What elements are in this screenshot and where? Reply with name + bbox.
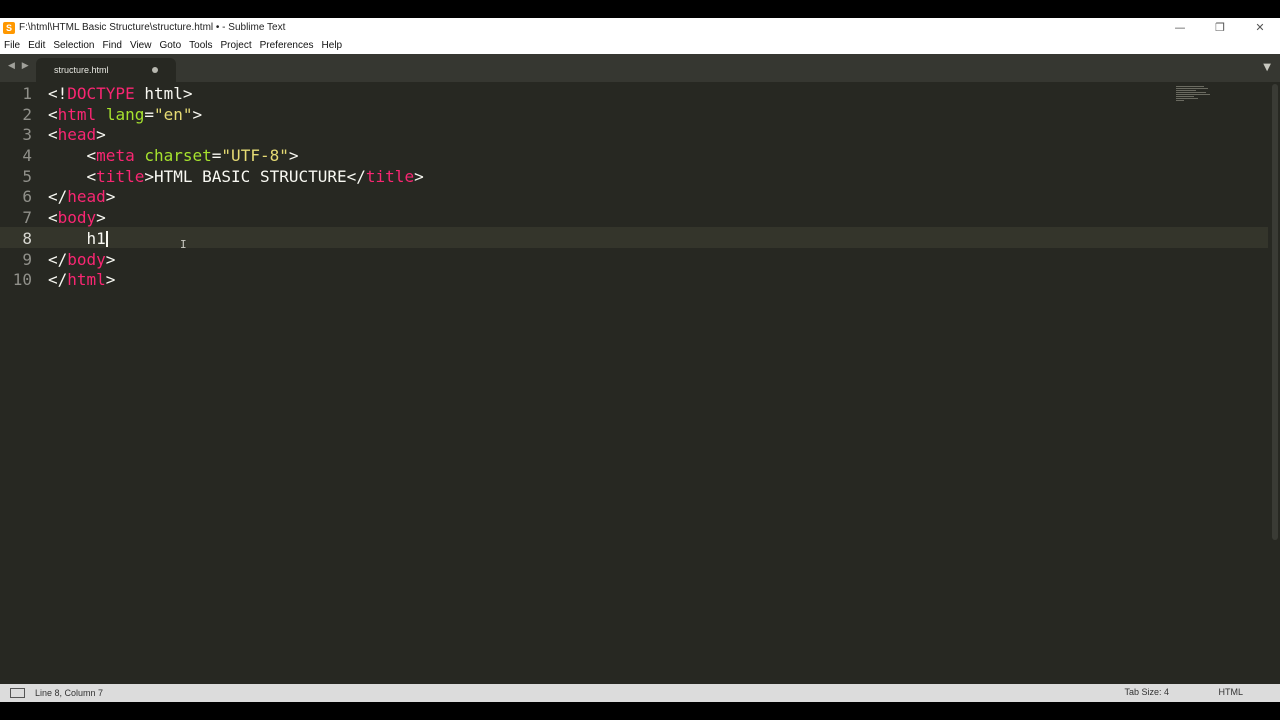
tab-label: structure.html: [54, 65, 109, 75]
minimap[interactable]: [1176, 86, 1210, 102]
code-line[interactable]: <html lang="en">: [48, 105, 1168, 126]
code-token: =: [211, 146, 222, 166]
code-token: h1: [48, 228, 106, 248]
status-bar: Line 8, Column 7 Tab Size: 4 HTML: [0, 684, 1280, 702]
code-area[interactable]: <!DOCTYPE html> <html lang="en"> <head> <m…: [48, 84, 1168, 291]
code-token: </: [48, 270, 68, 290]
code-token: title: [96, 166, 145, 186]
code-line[interactable]: <title>HTML BASIC STRUCTURE</title>: [48, 167, 1168, 188]
syntax-indicator[interactable]: HTML: [1219, 687, 1244, 697]
menu-bar: File Edit Selection Find View Goto Tools…: [0, 37, 1280, 55]
code-token: lang: [105, 104, 145, 124]
code-token: <: [48, 208, 58, 228]
code-token: <: [48, 166, 97, 186]
code-token: >: [105, 249, 116, 269]
tab-structure-html[interactable]: structure.html: [36, 58, 176, 82]
line-number: 5: [22, 166, 32, 186]
code-token: meta: [96, 146, 135, 166]
code-token: >: [288, 146, 299, 166]
code-line[interactable]: </head>: [48, 187, 1168, 208]
unsaved-dot-icon[interactable]: [152, 67, 158, 73]
menu-goto[interactable]: Goto: [155, 40, 185, 51]
title-bar: S F:\html\HTML Basic Structure\structure…: [0, 18, 1280, 37]
code-line[interactable]: <!DOCTYPE html>: [48, 84, 1168, 105]
code-token: html>: [134, 84, 193, 103]
code-token: >: [96, 208, 106, 228]
code-token: charset: [144, 146, 212, 166]
line-number: 8: [22, 228, 32, 248]
code-token: >: [96, 125, 106, 145]
sublime-app-icon: S: [3, 21, 15, 34]
code-token: </: [48, 249, 68, 269]
code-token: title: [365, 166, 415, 186]
mouse-ibeam-icon: I: [180, 238, 187, 251]
line-number: 9: [22, 249, 32, 269]
code-token: =: [144, 104, 154, 124]
line-number: 7: [22, 208, 32, 228]
text-caret: [105, 231, 108, 248]
code-token: head: [67, 187, 106, 207]
code-token: <: [48, 146, 97, 166]
window-title: F:\html\HTML Basic Structure\structure.h…: [19, 22, 286, 33]
letterbox-top: [0, 0, 1280, 18]
code-token: body: [57, 208, 97, 228]
menu-find[interactable]: Find: [99, 40, 126, 51]
code-token: >: [414, 166, 424, 186]
code-line[interactable]: </html>: [48, 270, 1168, 291]
line-number: 2: [22, 104, 32, 124]
panel-toggle-icon[interactable]: [10, 688, 25, 698]
code-editor[interactable]: 1 2 3 4 5 6 7 8 9 10 <!DOCTYPE html> <html lang="e…: [0, 82, 1280, 684]
tab-bar: ◀ ▶ structure.html ▼: [0, 54, 1280, 82]
sublime-window: S F:\html\HTML Basic Structure\structure…: [0, 18, 1280, 702]
line-number: 1: [22, 84, 32, 103]
code-token: html: [67, 270, 106, 290]
code-line[interactable]: <head>: [48, 125, 1168, 146]
minimize-button[interactable]: —: [1160, 18, 1200, 37]
vertical-scrollbar[interactable]: [1272, 84, 1278, 540]
line-number: 10: [12, 270, 32, 290]
tab-size-indicator[interactable]: Tab Size: 4: [1124, 687, 1169, 697]
letterbox-bottom: [0, 702, 1280, 720]
close-button[interactable]: ✕: [1240, 18, 1280, 37]
menu-preferences[interactable]: Preferences: [256, 40, 318, 51]
code-token: html: [57, 104, 97, 124]
window-controls: — ❐ ✕: [1160, 18, 1280, 37]
menu-file[interactable]: File: [0, 40, 24, 51]
line-number-gutter: 1 2 3 4 5 6 7 8 9 10: [0, 84, 42, 291]
line-number: 6: [22, 187, 32, 207]
code-token: >: [192, 104, 203, 124]
code-token: "UTF-8": [221, 146, 289, 166]
line-number: 3: [22, 125, 32, 145]
code-line[interactable]: <meta charset="UTF-8">: [48, 146, 1168, 167]
code-token: body: [67, 249, 106, 269]
code-line[interactable]: h1: [48, 229, 1168, 250]
code-token: >HTML BASIC STRUCTURE</: [144, 166, 366, 186]
code-token: DOCTYPE: [67, 84, 135, 103]
menu-project[interactable]: Project: [217, 40, 256, 51]
code-token: <!: [48, 84, 68, 103]
menu-view[interactable]: View: [126, 40, 156, 51]
menu-selection[interactable]: Selection: [49, 40, 98, 51]
cursor-position: Line 8, Column 7: [35, 688, 104, 698]
code-token: </: [48, 187, 68, 207]
code-token: <: [48, 104, 58, 124]
menu-tools[interactable]: Tools: [185, 40, 216, 51]
code-line[interactable]: </body>: [48, 250, 1168, 271]
restore-button[interactable]: ❐: [1200, 18, 1240, 37]
tab-dropdown-icon[interactable]: ▼: [1263, 62, 1271, 73]
menu-edit[interactable]: Edit: [24, 40, 49, 51]
code-token: >: [105, 187, 116, 207]
code-token: "en": [153, 104, 193, 124]
tab-nav-arrows-icon[interactable]: ◀ ▶: [8, 61, 31, 71]
code-token: <: [48, 125, 58, 145]
code-line[interactable]: <body>: [48, 208, 1168, 229]
code-token: head: [57, 125, 97, 145]
menu-help[interactable]: Help: [318, 40, 347, 51]
line-number: 4: [22, 146, 32, 166]
code-token: >: [105, 270, 116, 290]
